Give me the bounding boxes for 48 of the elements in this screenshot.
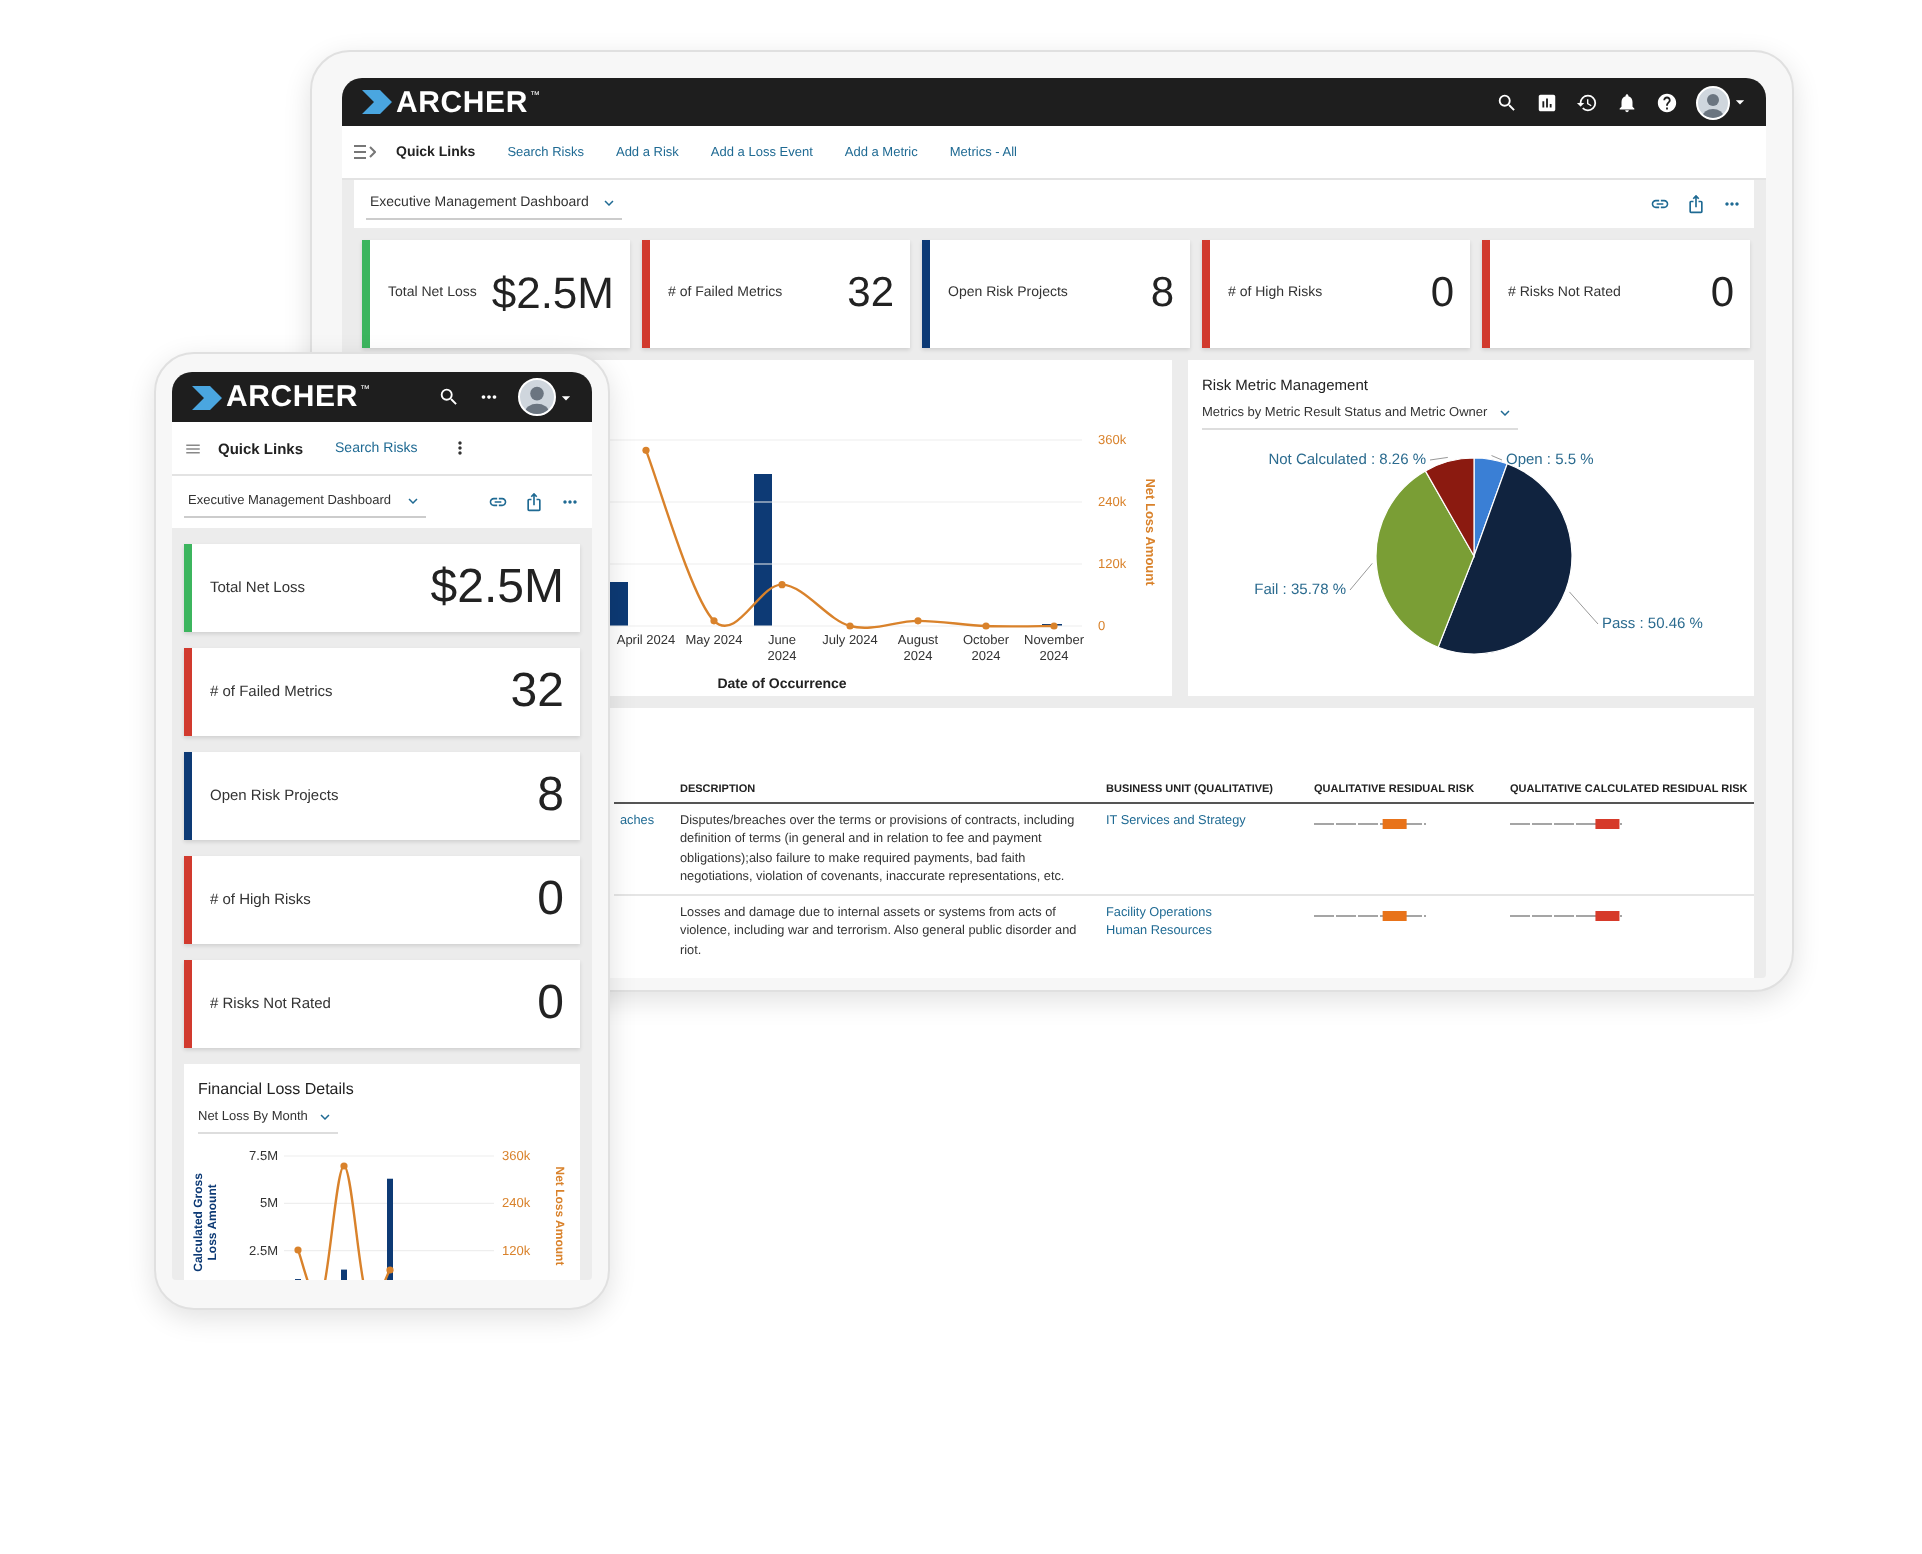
kpi-value: 0 (537, 872, 564, 928)
net-loss-point (982, 622, 990, 630)
logo-text: ARCHER (396, 87, 528, 117)
kpi-value: 0 (537, 976, 564, 1032)
trademark-mark: ™ (529, 89, 540, 101)
leader-line (1568, 591, 1599, 625)
history-icon[interactable] (1576, 91, 1598, 113)
avatar[interactable] (1696, 85, 1730, 119)
leader-line (1349, 562, 1373, 591)
logo-mark-icon (192, 385, 224, 409)
net-loss-line (294, 1162, 394, 1280)
avatar[interactable] (518, 378, 556, 416)
chevron-down-icon (1495, 404, 1514, 422)
net-loss-point (846, 622, 854, 630)
gross-loss-bar (341, 1269, 347, 1280)
sidebar-toggle-icon[interactable] (354, 144, 376, 160)
menu-icon[interactable] (184, 439, 202, 457)
search-icon[interactable] (438, 386, 460, 408)
gross-loss-bar (387, 1178, 393, 1280)
kpi-value: $2.5M (430, 560, 564, 616)
share-icon[interactable] (524, 492, 544, 512)
leader-line (1491, 455, 1503, 461)
kpi-value: 32 (510, 664, 564, 720)
kpi-value: 8 (537, 768, 564, 824)
chevron-down-icon (315, 1108, 334, 1126)
logo-text: ARCHER (226, 382, 358, 412)
net-loss-point (778, 581, 786, 589)
kpi-value: 0 (1430, 270, 1454, 318)
kpi-value: 0 (1710, 270, 1734, 318)
net-loss-point (710, 617, 718, 625)
kpi-value: $2.5M (491, 268, 614, 320)
net-loss-point (642, 446, 650, 454)
trademark-mark: ™ (359, 384, 370, 396)
logo-mark-icon (362, 90, 394, 114)
net-loss-point (914, 617, 922, 625)
link-icon[interactable] (1650, 194, 1670, 214)
share-icon[interactable] (1686, 194, 1706, 214)
gross-loss-bar (610, 582, 628, 626)
kpi-value: 32 (847, 270, 894, 318)
leader-line (1429, 456, 1449, 461)
link-icon[interactable] (488, 492, 508, 512)
net-loss-point (1050, 622, 1058, 630)
kpi-value: 8 (1150, 270, 1174, 318)
search-icon[interactable] (1496, 91, 1518, 113)
help-icon[interactable] (1656, 91, 1678, 113)
bar-chart-icon[interactable] (1536, 91, 1558, 113)
bell-icon[interactable] (1616, 91, 1638, 113)
panel-title: Financial Loss Details (198, 1080, 356, 1098)
